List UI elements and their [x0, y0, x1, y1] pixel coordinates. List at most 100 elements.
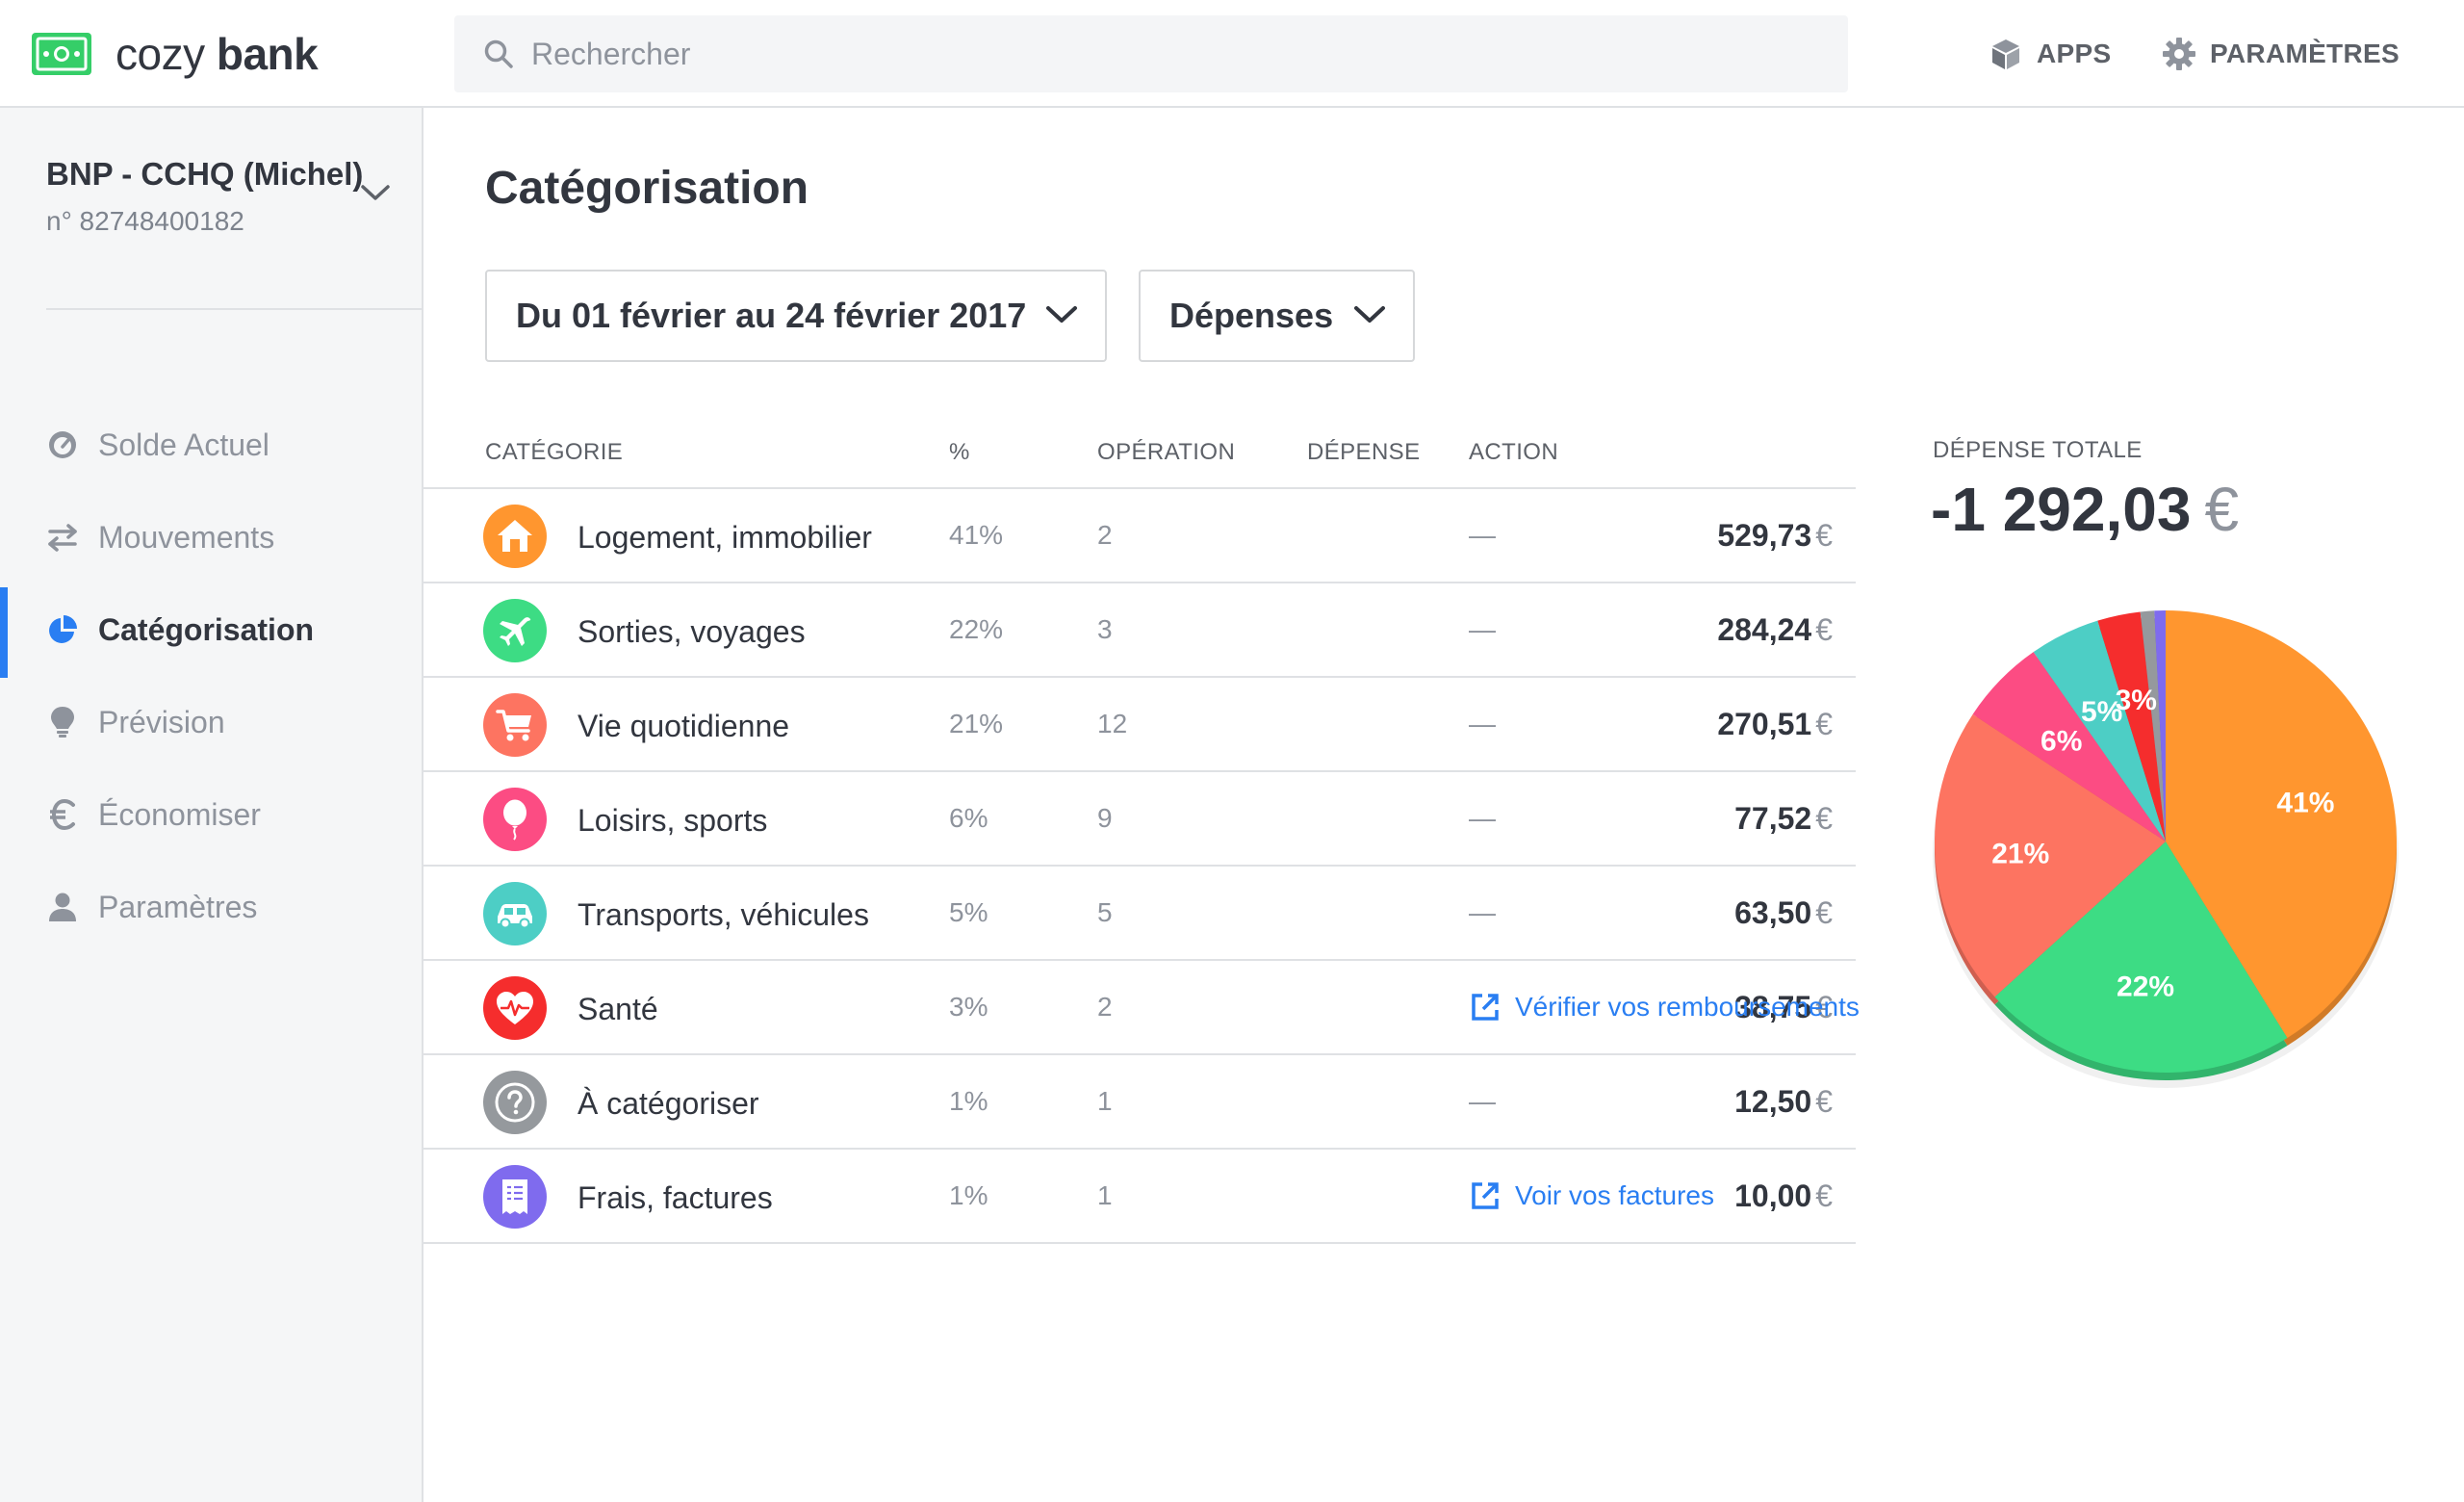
table-row[interactable]: Frais, factures 1% 1 10,00 € Voir vos fac… [424, 1150, 1856, 1244]
account-switcher[interactable]: BNP - CCHQ (Michel) n° 82748400182 [46, 156, 393, 237]
category-name: Santé [578, 991, 658, 1026]
sidebar-nav: Solde Actuel Mouvements Catégorisation P… [0, 399, 424, 953]
category-percent: 21% [949, 709, 1004, 738]
operation-count: 12 [1097, 709, 1128, 738]
question-icon [483, 1071, 547, 1134]
external-link-icon [1472, 1182, 1499, 1209]
operation-count: 2 [1097, 520, 1113, 550]
total-expense-currency: € [2204, 475, 2240, 544]
row-action: — [1469, 614, 1496, 644]
categories-table: Catégorie % Opération Dépense Action Log… [424, 424, 1860, 1244]
euro-icon [46, 798, 79, 831]
table-header: Catégorie % Opération Dépense Action [424, 424, 1856, 489]
category-name: Transports, véhicules [578, 896, 869, 932]
expense-amount: 63,50 € [1734, 894, 1833, 930]
table-row[interactable]: À catégoriser 1% 1 12,50 € — [424, 1055, 1856, 1150]
category-percent: 22% [949, 614, 1004, 644]
top-bar: cozy bank APPS [0, 0, 2464, 108]
expense-pie-chart[interactable]: 41%22%21%6%5%3% [1917, 597, 2418, 1098]
house-icon [483, 505, 547, 568]
cube-icon [1992, 39, 2019, 69]
expense-amount: 270,51 € [1717, 706, 1833, 741]
category-name: Frais, factures [578, 1179, 773, 1215]
sidebar-item-mouvements[interactable]: Mouvements [0, 491, 424, 583]
search-input[interactable] [531, 36, 1783, 72]
table-row[interactable]: Vie quotidienne 21% 12 270,51 € — [424, 678, 1856, 772]
operation-count: 5 [1097, 897, 1113, 927]
total-expense-label: DÉPENSE TOTALE [1933, 437, 2143, 463]
banknote-icon [31, 32, 92, 76]
category-percent: 41% [949, 520, 1004, 550]
sidebar-item-categorisation[interactable]: Catégorisation [0, 583, 424, 678]
sidebar-item-solde-actuel[interactable]: Solde Actuel [0, 399, 424, 491]
category-name: À catégoriser [578, 1085, 759, 1121]
sidebar-item-parametres[interactable]: Paramètres [0, 861, 424, 953]
settings-label: PARAMÈTRES [2210, 39, 2400, 68]
apps-button[interactable]: APPS [1989, 29, 2111, 79]
sidebar: BNP - CCHQ (Michel) n° 82748400182 Solde… [0, 108, 424, 1502]
app-logo[interactable]: cozy bank [31, 27, 319, 81]
table-row[interactable]: Transports, véhicules 5% 5 63,50 € — [424, 867, 1856, 961]
settings-button[interactable]: PARAMÈTRES [2162, 29, 2400, 79]
action-link-label: Voir vos factures [1515, 1180, 1714, 1210]
operation-count: 9 [1097, 803, 1113, 833]
column-header-operation[interactable]: Opération [1097, 439, 1235, 466]
operation-count: 1 [1097, 1086, 1113, 1116]
transaction-type-select[interactable]: Dépenses [1139, 270, 1415, 362]
user-icon [46, 891, 79, 923]
sidebar-item-label: Paramètres [98, 889, 258, 924]
view-invoices-link[interactable]: Voir vos factures [1469, 1150, 1714, 1242]
expense-amount: 12,50 € [1734, 1083, 1833, 1119]
table-row[interactable]: Sorties, voyages 22% 3 284,24 € — [424, 583, 1856, 678]
column-header-action: Action [1469, 439, 1559, 465]
check-reimbursements-link[interactable]: Vérifier vos remboursements [1469, 961, 1860, 1053]
pie-slice-label: 3% [2116, 685, 2157, 716]
sidebar-divider [46, 308, 424, 310]
apps-label: APPS [2037, 39, 2112, 68]
total-expense-amount: -1 292,03 € [1931, 474, 2239, 545]
transfer-arrows-icon [46, 521, 79, 554]
category-name: Logement, immobilier [578, 519, 872, 555]
expense-amount: 284,24 € [1717, 611, 1833, 647]
external-link-icon [1472, 994, 1499, 1021]
pie-slice-label: 21% [1991, 839, 2049, 870]
date-range-select[interactable]: Du 01 février au 24 février 2017 [485, 270, 1107, 362]
lightbulb-icon [46, 706, 79, 738]
sidebar-item-economiser[interactable]: Économiser [0, 768, 424, 861]
row-action: — [1469, 1086, 1496, 1116]
app-name: cozy bank [116, 29, 319, 79]
sidebar-item-label: Catégorisation [98, 611, 315, 647]
row-action: — [1469, 803, 1496, 833]
search-bar[interactable] [454, 15, 1848, 92]
table-row[interactable]: Santé 3% 2 38,75 € Vérifier vos rembourse… [424, 961, 1860, 1055]
column-header-percent[interactable]: % [949, 439, 970, 466]
expense-amount: 529,73 € [1717, 517, 1833, 553]
sidebar-item-label: Prévision [98, 704, 225, 739]
car-icon [483, 882, 547, 945]
operation-count: 2 [1097, 992, 1113, 1022]
chevron-down-icon [361, 185, 390, 200]
column-header-category[interactable]: Catégorie [485, 439, 623, 466]
column-header-expense[interactable]: Dépense [1307, 439, 1421, 466]
operation-count: 3 [1097, 614, 1113, 644]
pie-slice-label: 22% [2117, 971, 2174, 1003]
pie-slice-label: 41% [2276, 788, 2334, 819]
total-expense-value: -1 292,03 [1931, 475, 2192, 544]
receipt-icon [483, 1165, 547, 1229]
category-percent: 1% [949, 1180, 988, 1210]
operation-count: 1 [1097, 1180, 1113, 1210]
category-percent: 6% [949, 803, 988, 833]
category-percent: 3% [949, 992, 988, 1022]
pie-slice-label: 6% [2040, 725, 2082, 757]
pie-chart-icon [46, 613, 79, 646]
table-row[interactable]: Logement, immobilier 41% 2 529,73 € — [424, 489, 1856, 583]
category-name: Sorties, voyages [578, 613, 806, 649]
heart-pulse-icon [483, 976, 547, 1040]
table-row[interactable]: Loisirs, sports 6% 9 77,52 € — [424, 772, 1856, 867]
action-link-label: Vérifier vos remboursements [1515, 992, 1860, 1022]
account-number: n° 82748400182 [46, 206, 244, 236]
page-title: Catégorisation [485, 163, 809, 214]
chevron-down-icon [1354, 306, 1385, 323]
sidebar-item-prevision[interactable]: Prévision [0, 676, 424, 768]
sidebar-item-label: Solde Actuel [98, 427, 270, 462]
